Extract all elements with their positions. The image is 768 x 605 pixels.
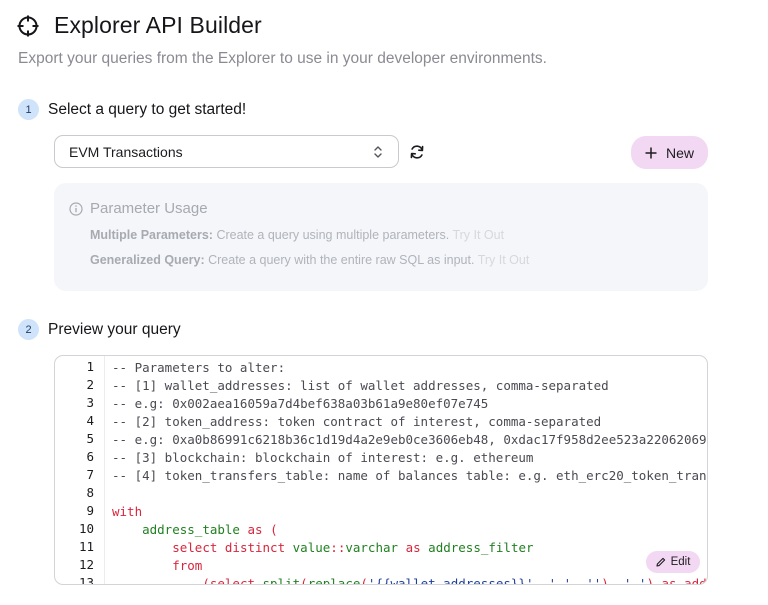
parameter-usage-row-name: Multiple Parameters: bbox=[90, 228, 213, 242]
query-select-value: EVM Transactions bbox=[69, 143, 183, 160]
parameter-usage-row-text: Create a query with the entire raw SQL a… bbox=[204, 253, 478, 267]
code-line: -- [2] token_address: token contract of … bbox=[112, 414, 602, 429]
new-query-button[interactable]: New bbox=[631, 136, 708, 169]
line-number-gutter: 1 2 3 4 5 6 7 8 9 10 11 12 13 bbox=[55, 356, 105, 584]
code-line: -- [3] blockchain: blockchain of interes… bbox=[112, 450, 534, 465]
code-line: -- [1] wallet_addresses: list of wallet … bbox=[112, 378, 609, 393]
step-1: 1 Select a query to get started! bbox=[18, 99, 246, 120]
line-number: 13 bbox=[78, 575, 94, 585]
line-number: 6 bbox=[86, 449, 94, 464]
query-select[interactable]: EVM Transactions bbox=[54, 135, 399, 168]
code-line: -- e.g: 0xa0b86991c6218b36c1d19d4a2e9eb0… bbox=[112, 432, 707, 447]
parameter-usage-title: Parameter Usage bbox=[90, 200, 208, 217]
step-2: 2 Preview your query bbox=[18, 319, 181, 340]
line-number: 4 bbox=[86, 413, 94, 428]
line-number: 12 bbox=[78, 557, 94, 572]
step-number-badge: 2 bbox=[18, 319, 39, 340]
edit-query-button[interactable]: Edit bbox=[646, 551, 700, 573]
code-line: with bbox=[112, 504, 143, 519]
code-line: -- Parameters to alter: bbox=[112, 360, 286, 375]
edit-query-button-label: Edit bbox=[670, 556, 691, 568]
code-line: -- [4] token_transfers_table: name of ba… bbox=[112, 468, 707, 483]
page-title: Explorer API Builder bbox=[54, 12, 262, 38]
parameter-usage-row: Generalized Query: Create a query with t… bbox=[90, 253, 529, 267]
line-number: 11 bbox=[78, 539, 94, 554]
code-line: address_table as ( bbox=[142, 522, 278, 537]
chevron-up-down-icon bbox=[374, 146, 382, 158]
refresh-icon[interactable] bbox=[409, 144, 425, 160]
step-number-badge: 1 bbox=[18, 99, 39, 120]
parameter-usage-header: Parameter Usage bbox=[69, 200, 208, 217]
parameter-usage-row-text: Create a query using multiple parameters… bbox=[212, 228, 453, 242]
query-code-editor[interactable]: 1 2 3 4 5 6 7 8 9 10 11 12 13 -- Parameters to alter… bbox=[54, 355, 708, 585]
info-icon bbox=[69, 201, 83, 216]
page-header: Explorer API Builder bbox=[17, 12, 262, 39]
line-number: 3 bbox=[86, 395, 94, 410]
line-number: 1 bbox=[86, 359, 94, 374]
code-line: -- e.g: 0x002aea16059a7d4bef638a03b61a9e… bbox=[112, 396, 489, 411]
code-area[interactable]: -- Parameters to alter: -- [1] wallet_add… bbox=[112, 356, 707, 584]
line-number: 8 bbox=[86, 485, 94, 500]
new-query-button-label: New bbox=[665, 144, 694, 161]
crosshair-logo-icon bbox=[17, 15, 39, 36]
step-label: Select a query to get started! bbox=[48, 100, 247, 118]
page-subtitle: Export your queries from the Explorer to… bbox=[18, 50, 547, 67]
code-line: (select split(replace('{{wallet_addresse… bbox=[202, 576, 707, 585]
parameter-usage-row-name: Generalized Query: bbox=[90, 253, 205, 267]
parameter-usage-panel: Parameter Usage Multiple Parameters: Cre… bbox=[54, 183, 708, 291]
line-number: 7 bbox=[86, 467, 94, 482]
pencil-icon bbox=[656, 557, 665, 567]
line-number: 5 bbox=[86, 431, 94, 446]
line-number: 2 bbox=[86, 377, 94, 392]
line-number: 9 bbox=[86, 503, 94, 518]
code-line: select distinct value::varchar as addres… bbox=[172, 540, 534, 555]
parameter-usage-row: Multiple Parameters: Create a query usin… bbox=[90, 228, 504, 242]
plus-icon bbox=[645, 147, 657, 158]
try-it-out-link[interactable]: Try It Out bbox=[452, 228, 504, 242]
step-label: Preview your query bbox=[48, 320, 181, 338]
code-line: from bbox=[172, 558, 203, 573]
try-it-out-link[interactable]: Try It Out bbox=[478, 253, 530, 267]
line-number: 10 bbox=[78, 521, 94, 536]
